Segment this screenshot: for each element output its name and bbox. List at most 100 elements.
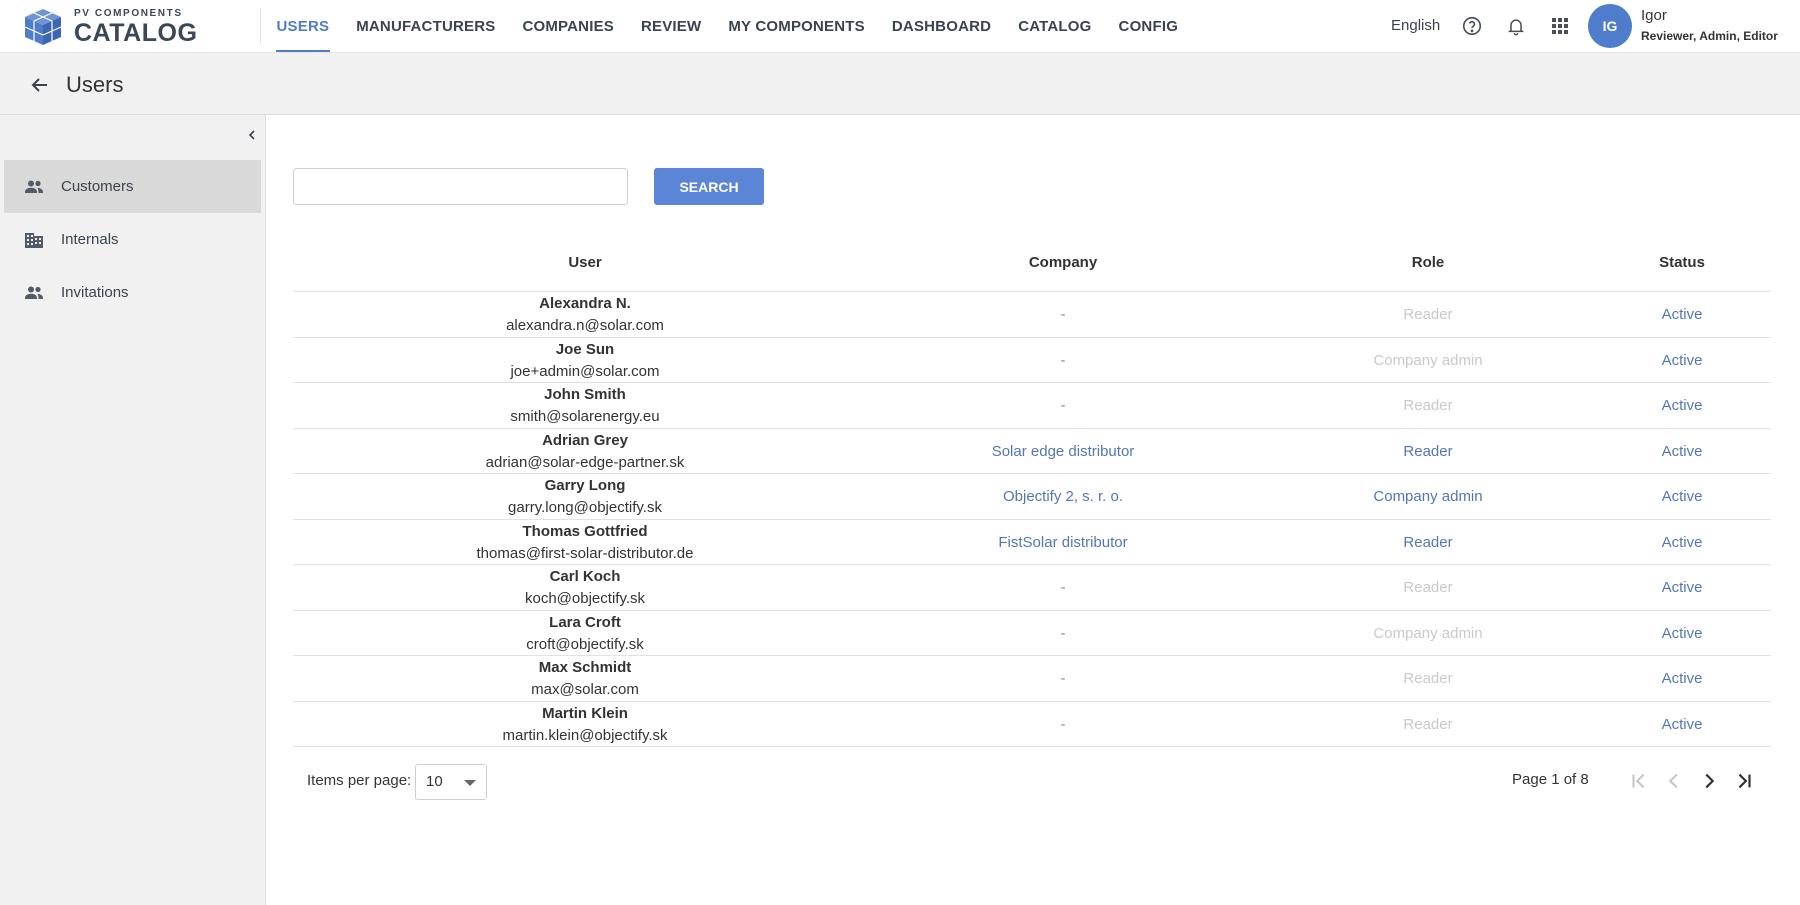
items-per-page-label: Items per page: [307,772,412,789]
column-header-status[interactable]: Status [1659,254,1705,271]
user-email-cell: thomas@first-solar-distributor.de [476,544,694,562]
role-cell: Reader [1403,715,1453,733]
company-cell[interactable]: Solar edge distributor [992,443,1135,460]
status-cell[interactable]: Active [1662,579,1703,596]
role-cell: Reader [1403,397,1453,414]
status-cell[interactable]: Active [1662,534,1703,551]
top-bar: PV COMPONENTS CATALOG USERS MANUFACTURER… [0,0,1800,52]
company-cell: - [1060,579,1066,596]
arrow-left-icon[interactable] [28,73,52,97]
table-row[interactable]: Martin Klein martin.klein@objectify.sk - Re… [293,702,1771,747]
logo-title: CATALOG [74,18,198,47]
role-cell[interactable]: Reader [1403,534,1452,551]
table-row[interactable]: Alexandra N. alexandra.n@solar.com - Reader… [293,292,1771,338]
users-table: User Company Role Status Alexandra N. ale… [293,238,1771,747]
items-per-page-select[interactable]: 10 [415,764,487,800]
nav-users[interactable]: USERS [263,0,343,52]
main-nav: USERS MANUFACTURERS COMPANIES REVIEW MY … [263,0,1192,52]
status-cell[interactable]: Active [1662,625,1703,642]
table-row[interactable]: Lara Croft croft@objectify.sk - Company adm… [293,611,1771,656]
search-button[interactable]: SEARCH [654,168,764,205]
user-name-cell: Alexandra N. [539,295,631,312]
company-cell: - [1060,715,1066,733]
nav-manufacturers[interactable]: MANUFACTURERS [343,0,509,52]
user-email-cell: alexandra.n@solar.com [506,317,664,334]
logo-subtitle: PV COMPONENTS [74,7,183,19]
status-cell[interactable]: Active [1662,488,1703,505]
help-circle-icon[interactable] [1460,14,1484,38]
user-name-cell: Max Schmidt [538,659,632,676]
status-cell[interactable]: Active [1662,716,1703,733]
user-name-cell: Garry Long [544,477,626,494]
people-icon [22,175,46,199]
apps-grid-icon[interactable] [1548,14,1572,38]
column-header-role[interactable]: Role [1412,254,1445,271]
user-name-cell: Joe Sun [555,340,615,358]
building-icon [22,228,46,252]
user-email-cell: garry.long@objectify.sk [508,499,662,516]
status-cell[interactable]: Active [1662,670,1703,687]
role-cell: Reader [1403,670,1453,687]
user-name-cell: Lara Croft [549,613,621,631]
chevron-left-icon[interactable] [244,127,260,143]
table-row[interactable]: John Smith smith@solarenergy.eu - Reader Act… [293,383,1771,429]
caret-down-icon [464,780,476,786]
language-selector[interactable]: English [1391,17,1440,34]
user-roles: Reviewer, Admin, Editor [1641,29,1778,43]
company-cell[interactable]: FistSolar distributor [998,534,1127,551]
table-header: User Company Role Status [293,238,1771,292]
sidebar-item-label: Customers [61,178,134,195]
first-page-icon[interactable] [1626,768,1652,794]
user-name[interactable]: Igor [1641,7,1667,24]
nav-companies[interactable]: COMPANIES [509,0,628,52]
company-cell[interactable]: Objectify 2, s. r. o. [1003,488,1123,505]
status-cell[interactable]: Active [1662,352,1703,369]
nav-review[interactable]: REVIEW [627,0,714,52]
role-cell[interactable]: Company admin [1373,488,1482,505]
user-name-cell: Adrian Grey [542,431,628,449]
avatar[interactable]: IG [1588,4,1632,48]
sidebar-item-invitations[interactable]: Invitations [4,266,261,319]
user-email-cell: koch@objectify.sk [525,590,645,607]
user-name-cell: John Smith [544,386,626,403]
table-row[interactable]: Adrian Grey adrian@solar-edge-partner.sk S… [293,429,1771,474]
bell-icon[interactable] [1504,14,1528,38]
search-input[interactable] [293,168,628,205]
next-page-icon[interactable] [1696,768,1722,794]
page-header: Users [0,52,1800,115]
nav-catalog[interactable]: CATALOG [1005,0,1105,52]
status-cell[interactable]: Active [1662,397,1703,414]
role-cell[interactable]: Reader [1403,443,1452,460]
table-row[interactable]: Max Schmidt max@solar.com - Reader Active [293,656,1771,702]
nav-config[interactable]: CONFIG [1105,0,1192,52]
status-cell[interactable]: Active [1662,443,1703,460]
company-cell: - [1060,351,1066,369]
user-email-cell: adrian@solar-edge-partner.sk [485,453,685,471]
cube-logo-icon [24,9,62,45]
user-name-cell: Martin Klein [542,704,628,722]
table-row[interactable]: Carl Koch koch@objectify.sk - Reader Active [293,565,1771,611]
table-row[interactable]: Thomas Gottfried thomas@first-solar-distr… [293,520,1771,565]
sidebar: Customers Internals Invitations [0,115,266,905]
nav-dashboard[interactable]: DASHBOARD [878,0,1004,52]
table-row[interactable]: Garry Long garry.long@objectify.sk Objecti… [293,474,1771,520]
user-name-cell: Thomas Gottfried [522,522,648,540]
role-cell: Reader [1403,579,1453,596]
column-header-company[interactable]: Company [1029,254,1097,271]
sidebar-item-customers[interactable]: Customers [4,160,261,213]
nav-my-components[interactable]: MY COMPONENTS [715,0,879,52]
previous-page-icon[interactable] [1661,768,1687,794]
column-header-user[interactable]: User [568,254,601,271]
table-row[interactable]: Joe Sun joe+admin@solar.com - Company admin… [293,338,1771,383]
company-cell: - [1060,397,1066,414]
sidebar-item-internals[interactable]: Internals [4,213,261,266]
page-title: Users [66,72,124,97]
sidebar-item-label: Invitations [61,284,129,301]
app-logo[interactable]: PV COMPONENTS CATALOG [22,7,197,47]
user-email-cell: joe+admin@solar.com [510,362,660,380]
user-email-cell: max@solar.com [531,681,639,698]
items-per-page-value: 10 [426,773,443,790]
table-body: Alexandra N. alexandra.n@solar.com - Reader… [293,292,1771,747]
status-cell[interactable]: Active [1662,306,1703,323]
last-page-icon[interactable] [1731,768,1757,794]
